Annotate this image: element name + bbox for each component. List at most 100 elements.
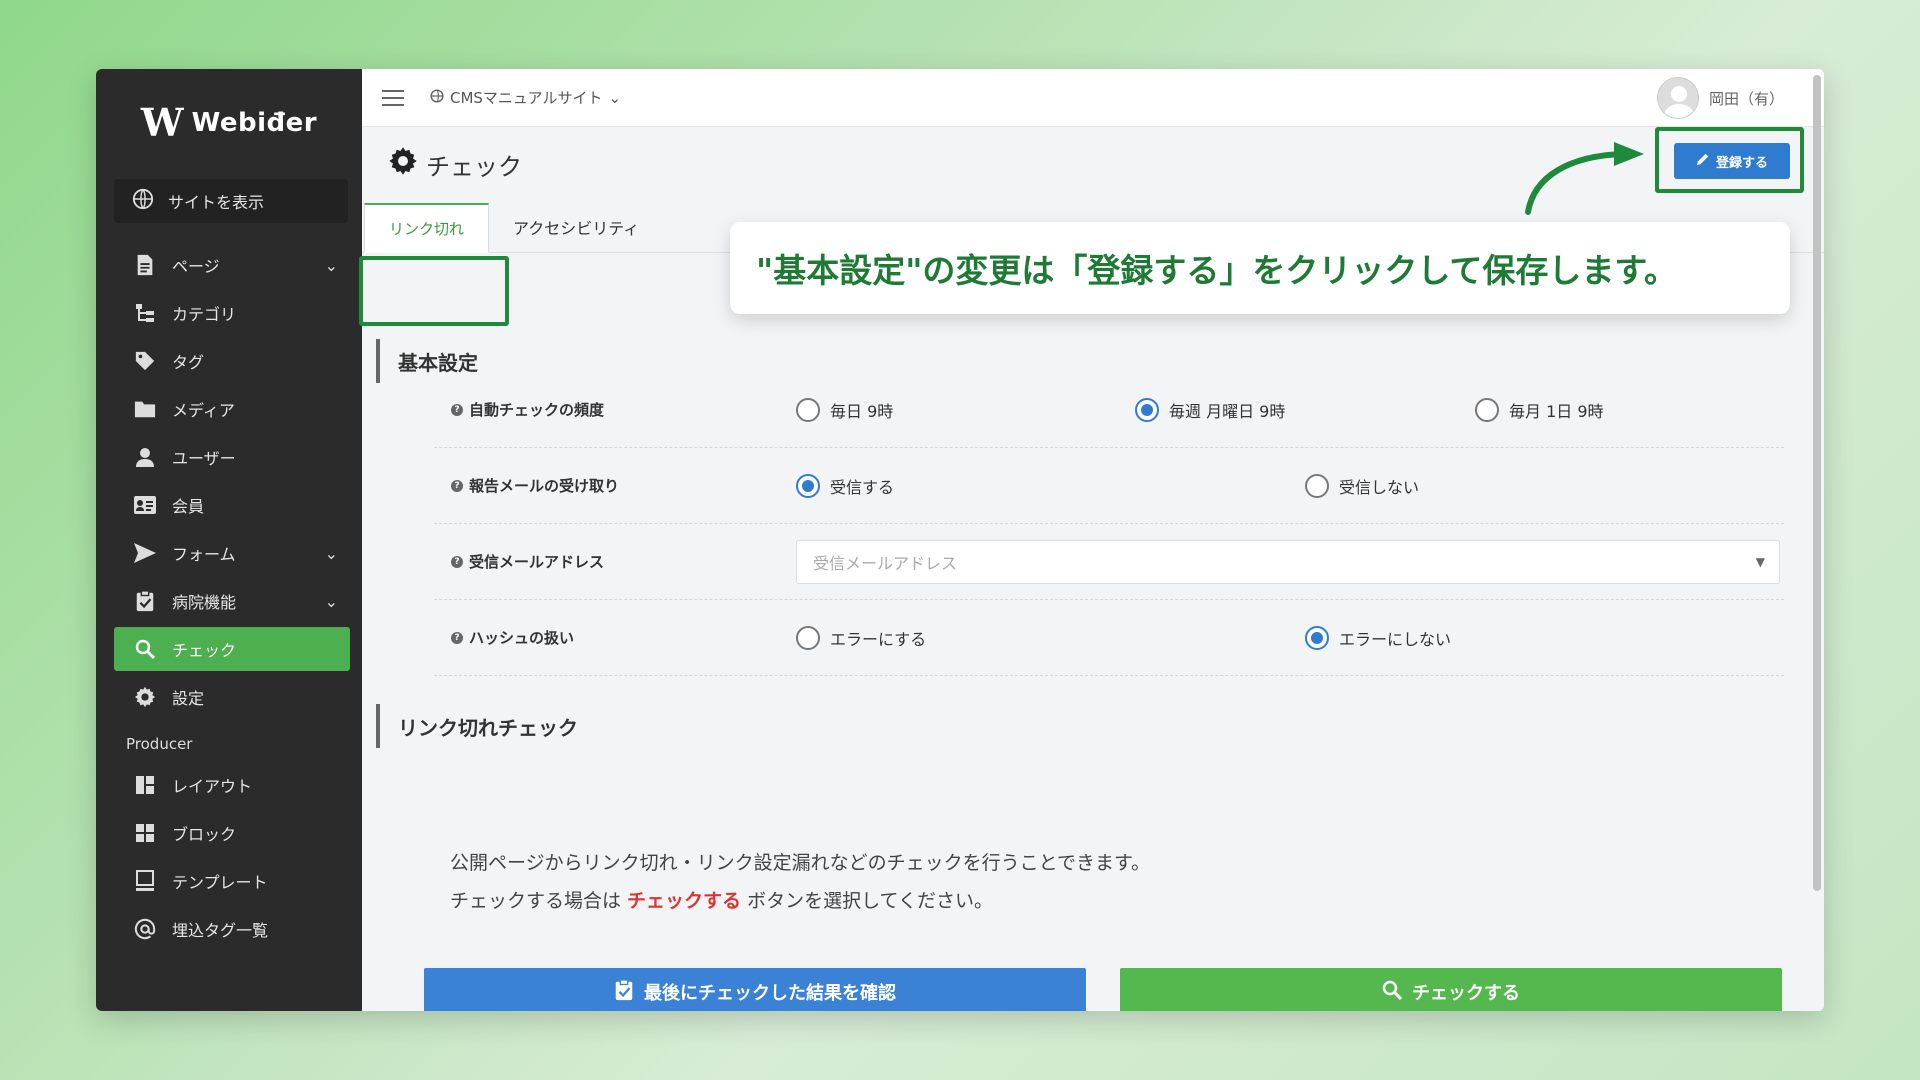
- sidebar-item-block[interactable]: ブロック: [114, 809, 350, 857]
- grid-icon: [132, 820, 158, 846]
- chevron-down-icon: ⌄: [608, 88, 622, 107]
- tab-broken-links[interactable]: リンク切れ: [364, 203, 490, 253]
- user-menu[interactable]: 岡田（有）: [1656, 77, 1784, 119]
- sidebar-item-template[interactable]: テンプレート: [114, 857, 350, 905]
- radio-not-receive[interactable]: 受信しない: [1305, 473, 1420, 498]
- row-report-mail: ? 報告メールの受け取り 受信する 受信しない: [434, 448, 1784, 524]
- sidebar-item-embed-tags[interactable]: 埋込タグ一覧: [114, 905, 350, 953]
- tree-icon: [132, 300, 158, 326]
- sidebar-item-label: 設定: [172, 689, 205, 708]
- row-label: ? 自動チェックの頻度: [451, 399, 604, 420]
- sidebar-item-label: メディア: [172, 401, 235, 420]
- search-icon: [132, 636, 158, 662]
- logo-text: Webiđer: [191, 108, 318, 138]
- radio-label: 毎日 9時: [830, 401, 894, 421]
- site-name: CMSマニュアルサイト: [450, 89, 603, 107]
- sidebar-item-category[interactable]: カテゴリ: [114, 289, 350, 337]
- radio-circle-selected[interactable]: [796, 473, 820, 498]
- highlight-basic-settings: [359, 256, 509, 326]
- radio-label: 毎週 月曜日 9時: [1169, 401, 1286, 421]
- help-icon[interactable]: ?: [451, 555, 463, 568]
- radio-weekly[interactable]: 毎週 月曜日 9時: [1135, 397, 1286, 422]
- sidebar-item-settings[interactable]: 設定: [114, 673, 350, 721]
- radio-circle-selected[interactable]: [1135, 397, 1159, 422]
- link-check-heading: リンク切れチェック: [376, 704, 578, 748]
- gear-icon: [132, 684, 158, 710]
- sidebar-item-media[interactable]: メディア: [114, 385, 350, 433]
- help-icon[interactable]: ?: [451, 631, 463, 644]
- sidebar-item-tag[interactable]: タグ: [114, 337, 350, 385]
- label-text: 報告メールの受け取り: [469, 477, 620, 495]
- caret-down-icon: ▼: [1755, 554, 1765, 569]
- search-icon: [1382, 980, 1403, 1005]
- globe-icon: [430, 88, 444, 107]
- avatar: [1656, 77, 1699, 119]
- chevron-down-icon[interactable]: ⌄: [325, 544, 338, 563]
- radio-circle[interactable]: [1305, 473, 1329, 498]
- link-check-description: 公開ページからリンク切れ・リンク設定漏れなどのチェックを行うことできます。 チェ…: [450, 844, 1150, 920]
- radio-hash-error[interactable]: エラーにする: [796, 625, 926, 650]
- page-title: チェック: [426, 152, 522, 181]
- sidebar-item-check[interactable]: チェック: [114, 627, 350, 671]
- scrollbar[interactable]: [1813, 75, 1821, 891]
- logo[interactable]: W Webiđer: [96, 69, 362, 177]
- id-card-icon: [132, 492, 158, 518]
- radio-monthly[interactable]: 毎月 1日 9時: [1475, 397, 1604, 422]
- layout-icon: [132, 772, 158, 798]
- user-icon: [132, 444, 158, 470]
- desc-text: ボタンを選択してください。: [741, 890, 993, 912]
- desc-emphasis: チェックする: [627, 890, 742, 912]
- sidebar-item-user[interactable]: ユーザー: [114, 433, 350, 481]
- sidebar: W Webiđer サイトを表示 ページ ⌄ カテゴリ タグ メディア ユーザー…: [96, 69, 362, 1011]
- file-icon: [132, 252, 158, 278]
- sidebar-item-label: タグ: [172, 353, 205, 372]
- radio-daily[interactable]: 毎日 9時: [796, 397, 894, 422]
- site-selector[interactable]: CMSマニュアルサイト ⌄: [430, 87, 621, 108]
- folder-icon: [132, 396, 158, 422]
- chevron-down-icon[interactable]: ⌄: [325, 256, 338, 275]
- radio-circle[interactable]: [1475, 397, 1499, 422]
- desc-line-1: 公開ページからリンク切れ・リンク設定漏れなどのチェックを行うことできます。: [450, 852, 1151, 874]
- send-icon: [132, 540, 158, 566]
- sidebar-item-label: 病院機能: [172, 593, 237, 612]
- radio-hash-no-error[interactable]: エラーにしない: [1305, 625, 1452, 650]
- row-label: ? 報告メールの受け取り: [451, 475, 619, 496]
- monitor-icon: [132, 868, 158, 894]
- sidebar-item-layout[interactable]: レイアウト: [114, 761, 350, 809]
- radio-receive[interactable]: 受信する: [796, 473, 895, 498]
- sidebar-item-label: レイアウト: [172, 777, 253, 796]
- radio-label: 毎月 1日 9時: [1509, 401, 1604, 421]
- radio-label: 受信する: [830, 477, 895, 497]
- desc-line-2: チェックする場合は チェックする ボタンを選択してください。: [450, 882, 1150, 920]
- help-icon[interactable]: ?: [451, 403, 463, 416]
- tab-accessibility[interactable]: アクセシビリティ: [489, 202, 663, 252]
- radio-circle[interactable]: [796, 625, 820, 650]
- sidebar-item-label: テンプレート: [172, 873, 268, 892]
- radio-label: 受信しない: [1339, 477, 1420, 497]
- row-hash-handling: ? ハッシュの扱い エラーにする エラーにしない: [434, 600, 1784, 676]
- last-result-button[interactable]: 最後にチェックした結果を確認: [424, 968, 1086, 1011]
- sidebar-item-label: チェック: [172, 641, 237, 660]
- help-icon[interactable]: ?: [451, 479, 463, 492]
- row-auto-check-frequency: ? 自動チェックの頻度 毎日 9時 毎週 月曜日 9時 毎月 1日 9時: [434, 372, 1784, 448]
- label-text: ハッシュの扱い: [469, 629, 575, 647]
- at-icon: [132, 916, 158, 942]
- sidebar-item-label: 会員: [172, 497, 205, 516]
- sidebar-item-label: 埋込タグ一覧: [172, 921, 269, 940]
- run-check-button[interactable]: チェックする: [1120, 968, 1782, 1011]
- view-site-button[interactable]: サイトを表示: [114, 179, 348, 223]
- radio-circle-selected[interactable]: [1305, 625, 1329, 650]
- chevron-down-icon[interactable]: ⌄: [325, 592, 338, 611]
- sidebar-item-member[interactable]: 会員: [114, 481, 350, 529]
- sidebar-item-form[interactable]: フォーム ⌄: [114, 529, 350, 577]
- view-site-label: サイトを表示: [168, 193, 265, 212]
- sidebar-item-hospital[interactable]: 病院機能 ⌄: [114, 577, 350, 625]
- mail-address-select[interactable]: 受信メールアドレス ▼: [796, 539, 1780, 584]
- radio-circle[interactable]: [796, 397, 820, 422]
- radio-label: エラーにしない: [1339, 629, 1452, 649]
- sidebar-item-label: フォーム: [172, 545, 236, 564]
- label-text: 自動チェックの頻度: [469, 401, 605, 419]
- menu-icon[interactable]: [382, 89, 404, 106]
- sidebar-item-page[interactable]: ページ ⌄: [114, 241, 350, 289]
- arrow-icon: [1525, 142, 1644, 215]
